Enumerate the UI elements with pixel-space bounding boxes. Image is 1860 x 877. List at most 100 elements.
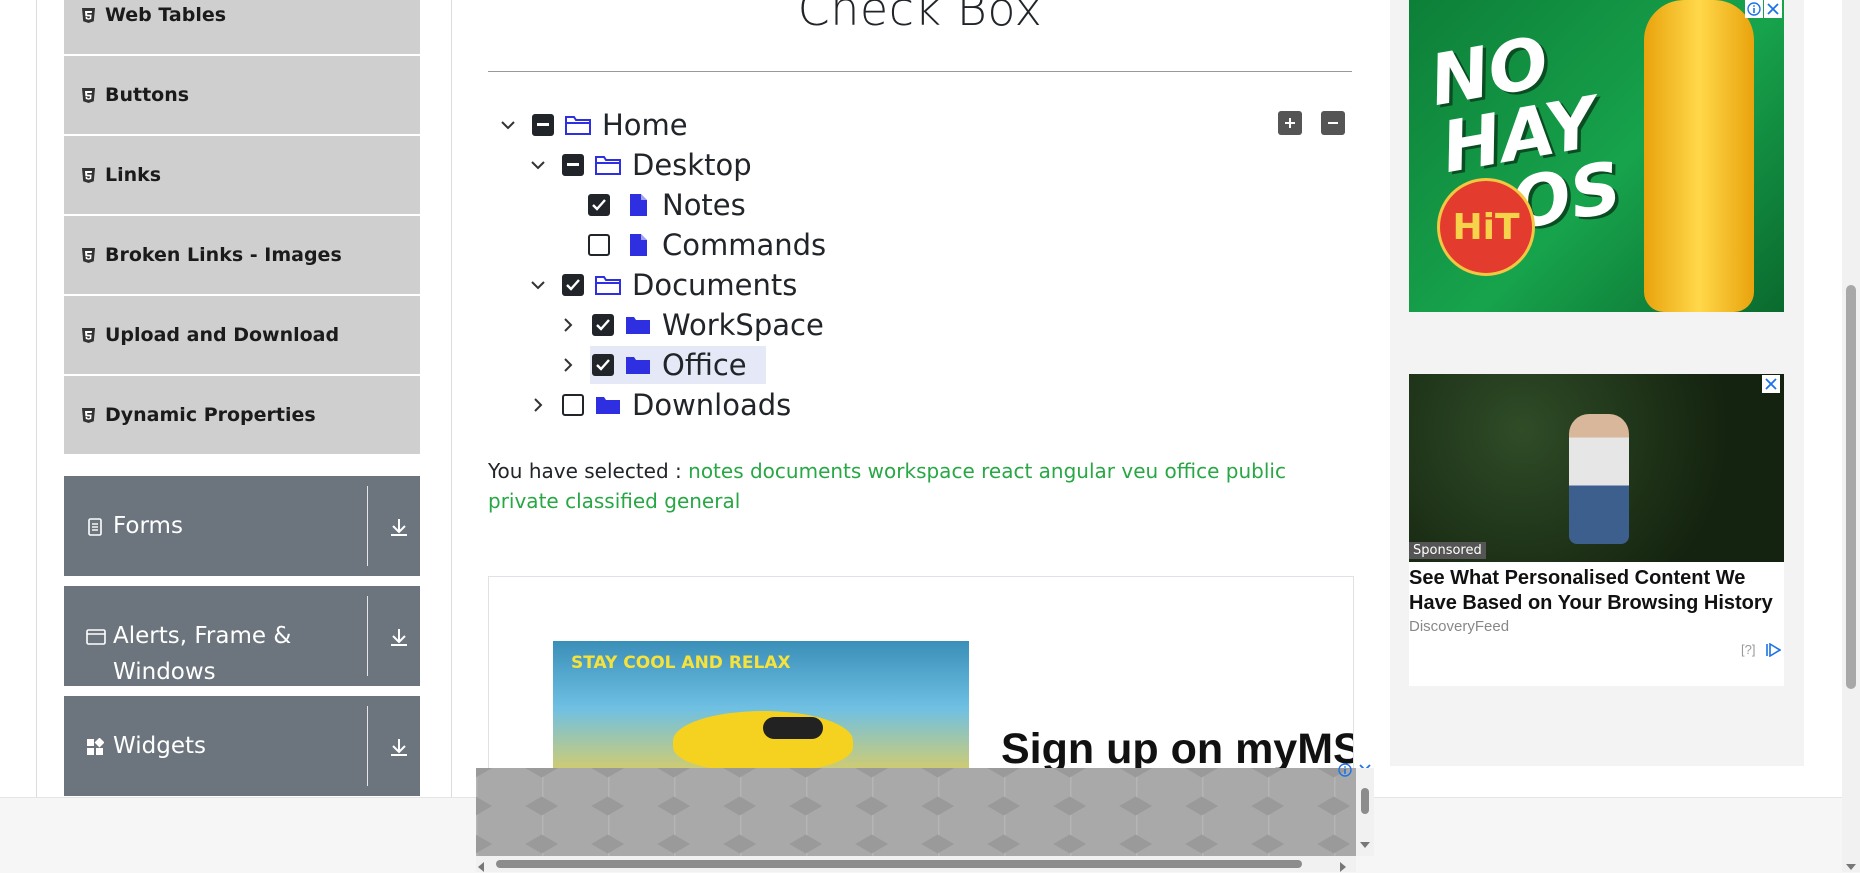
selection-result: You have selected : notes documents work…: [488, 456, 1348, 516]
checkbox-unchecked[interactable]: [588, 234, 610, 256]
selected-item: general: [664, 489, 741, 513]
download-arrow-icon[interactable]: [388, 626, 410, 648]
divider: [367, 486, 368, 566]
ad-image: Sponsored: [1409, 374, 1784, 562]
scroll-right-arrow-icon[interactable]: [1338, 858, 1348, 877]
sidebar-item-label: Buttons: [105, 84, 190, 106]
tree-node-office: Office: [558, 346, 747, 384]
sidebar-group-alerts[interactable]: Alerts, Frame & Windows: [64, 586, 420, 686]
sidebar-item-broken-links[interactable]: Broken Links - Images: [64, 216, 420, 296]
plus-icon: [1285, 118, 1295, 128]
ad-close-icon[interactable]: [1764, 0, 1782, 18]
hit-logo: HiT: [1437, 178, 1535, 276]
checkbox-half[interactable]: [562, 154, 584, 176]
tree-node-downloads: Downloads: [528, 386, 791, 424]
chevron-down-icon[interactable]: [528, 275, 548, 295]
checkbox-checked[interactable]: [592, 354, 614, 376]
tree-label[interactable]: Home: [602, 108, 688, 142]
chevron-right-icon[interactable]: [528, 395, 548, 415]
page-title: Check Box: [797, 0, 1043, 36]
ad-info-icon[interactable]: [1745, 0, 1763, 18]
tree-label[interactable]: Office: [662, 348, 747, 382]
ad-heading[interactable]: Sign up on myMSC: [1001, 725, 1353, 774]
checkbox-unchecked[interactable]: [562, 394, 584, 416]
selected-item: private: [488, 489, 559, 513]
checkbox-checked[interactable]: [588, 194, 610, 216]
selected-item: classified: [565, 489, 658, 513]
person-shape: [1569, 414, 1629, 544]
ad-help-link[interactable]: [?]: [1741, 642, 1755, 657]
ad-horizontal-scroll-thumb[interactable]: [496, 860, 1302, 868]
tree-label[interactable]: Desktop: [632, 148, 752, 182]
sidebar-item-upload-download[interactable]: Upload and Download: [64, 296, 420, 376]
sidebar-item-links[interactable]: Links: [64, 136, 420, 216]
checkbox-half[interactable]: [532, 114, 554, 136]
folder-open-icon: [594, 272, 622, 298]
chevron-right-icon[interactable]: [558, 355, 578, 375]
ad-hit-drink[interactable]: NO HAY DOS HiT: [1409, 0, 1784, 312]
scroll-down-arrow-icon[interactable]: [1845, 856, 1857, 875]
sponsored-badge: Sponsored: [1409, 542, 1486, 559]
download-arrow-icon[interactable]: [388, 516, 410, 538]
chevron-down-icon[interactable]: [528, 155, 548, 175]
tree-label[interactable]: WorkSpace: [662, 308, 824, 342]
sidebar-item-label: Upload and Download: [105, 324, 340, 346]
ad-info-icon[interactable]: [1336, 761, 1354, 779]
title-divider: [488, 71, 1352, 72]
checkbox-checked[interactable]: [592, 314, 614, 336]
tree-label[interactable]: Documents: [632, 268, 797, 302]
widgets-icon: [86, 737, 105, 756]
selected-item: react: [981, 459, 1033, 483]
sidebar-item-label: Dynamic Properties: [105, 404, 316, 426]
html5-icon: [82, 407, 95, 423]
selected-item: veu: [1121, 459, 1159, 483]
sidebar-group-forms[interactable]: Forms: [64, 476, 420, 576]
folder-open-icon: [594, 152, 622, 178]
scroll-left-arrow-icon[interactable]: [476, 858, 486, 877]
html5-icon: [82, 87, 95, 103]
file-icon: [624, 192, 652, 218]
ad-source: DiscoveryFeed: [1409, 618, 1510, 635]
ad-vertical-scroll-thumb[interactable]: [1361, 788, 1369, 814]
checkbox-checked[interactable]: [562, 274, 584, 296]
ad-headline[interactable]: See What Personalised Content We Have Ba…: [1409, 566, 1784, 616]
download-arrow-icon[interactable]: [388, 736, 410, 758]
selected-item: public: [1225, 459, 1286, 483]
sidebar-item-web-tables[interactable]: Web Tables: [64, 0, 420, 56]
html5-icon: [82, 327, 95, 343]
document-icon: [86, 518, 104, 536]
folder-icon: [624, 312, 652, 338]
divider: [367, 706, 368, 786]
selected-item: notes: [688, 459, 744, 483]
chevron-right-icon[interactable]: [558, 315, 578, 335]
result-label: You have selected :: [488, 459, 682, 483]
file-icon: [624, 232, 652, 258]
group-label: Widgets: [113, 733, 206, 759]
folder-icon: [594, 392, 622, 418]
folder-open-icon: [564, 112, 592, 138]
expand-all-button[interactable]: [1278, 111, 1302, 135]
scroll-down-arrow-icon[interactable]: [1359, 834, 1371, 853]
tree-label[interactable]: Commands: [662, 228, 826, 262]
sidebar-item-dynamic-properties[interactable]: Dynamic Properties: [64, 376, 420, 456]
tree-label[interactable]: Downloads: [632, 388, 791, 422]
ad-discovery-feed[interactable]: Sponsored See What Personalised Content …: [1409, 374, 1784, 686]
page-scroll-thumb[interactable]: [1846, 285, 1856, 689]
chevron-down-icon[interactable]: [498, 115, 518, 135]
html5-icon: [82, 247, 95, 263]
banana-shape: [673, 711, 853, 771]
tree-node-documents: Documents: [528, 266, 797, 304]
adchoices-icon[interactable]: [1765, 642, 1782, 661]
sidebar-group-widgets[interactable]: Widgets: [64, 696, 420, 796]
tree-label[interactable]: Notes: [662, 188, 746, 222]
tree-node-desktop: Desktop: [528, 146, 752, 184]
ad-close-icon[interactable]: [1762, 375, 1780, 393]
sidebar-item-label: Web Tables: [105, 4, 227, 26]
sidebar-item-buttons[interactable]: Buttons: [64, 56, 420, 136]
minus-icon: [1328, 122, 1338, 124]
selected-item: documents: [749, 459, 862, 483]
html5-icon: [82, 7, 95, 23]
tree-node-commands: Commands: [588, 226, 826, 264]
group-label: Alerts, Frame & Windows: [113, 623, 292, 685]
collapse-all-button[interactable]: [1321, 111, 1345, 135]
